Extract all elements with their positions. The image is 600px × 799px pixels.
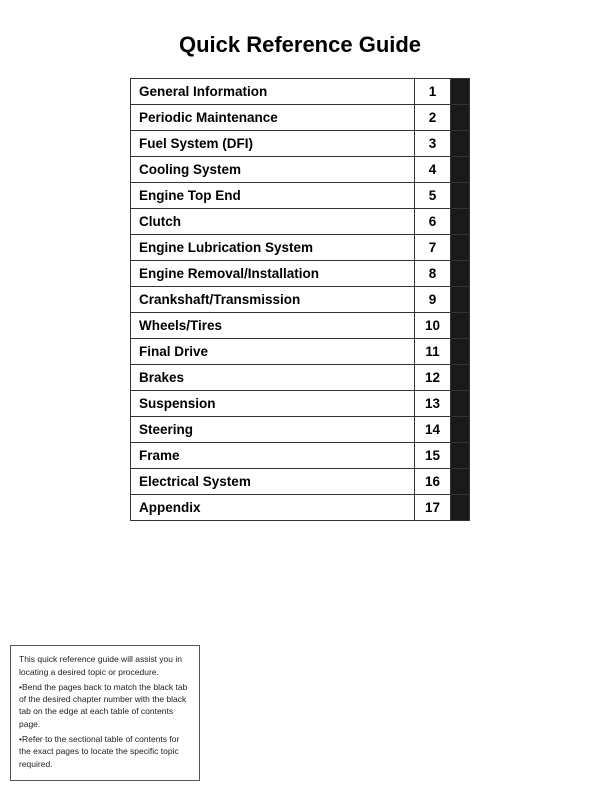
footer-line3: •Refer to the sectional table of content… — [19, 733, 191, 770]
toc-table: General Information1Periodic Maintenance… — [130, 78, 470, 521]
toc-tab — [451, 287, 469, 312]
toc-tab — [451, 495, 469, 520]
toc-tab — [451, 391, 469, 416]
toc-row: Engine Removal/Installation8 — [130, 260, 470, 286]
toc-label: Crankshaft/Transmission — [131, 287, 415, 312]
toc-label: Wheels/Tires — [131, 313, 415, 338]
toc-row: Engine Top End5 — [130, 182, 470, 208]
toc-row: Periodic Maintenance2 — [130, 104, 470, 130]
toc-tab — [451, 79, 469, 104]
toc-number: 14 — [415, 417, 451, 442]
toc-number: 3 — [415, 131, 451, 156]
toc-number: 4 — [415, 157, 451, 182]
toc-tab — [451, 131, 469, 156]
toc-row: General Information1 — [130, 78, 470, 104]
toc-row: Engine Lubrication System7 — [130, 234, 470, 260]
toc-number: 6 — [415, 209, 451, 234]
toc-row: Suspension13 — [130, 390, 470, 416]
footer-box: This quick reference guide will assist y… — [10, 645, 200, 781]
toc-number: 11 — [415, 339, 451, 364]
toc-label: Suspension — [131, 391, 415, 416]
toc-row: Frame15 — [130, 442, 470, 468]
toc-row: Steering14 — [130, 416, 470, 442]
toc-label: Engine Lubrication System — [131, 235, 415, 260]
toc-row: Wheels/Tires10 — [130, 312, 470, 338]
toc-number: 15 — [415, 443, 451, 468]
page-title: Quick Reference Guide — [0, 0, 600, 78]
toc-label: Fuel System (DFI) — [131, 131, 415, 156]
toc-tab — [451, 365, 469, 390]
toc-row: Fuel System (DFI)3 — [130, 130, 470, 156]
toc-row: Final Drive11 — [130, 338, 470, 364]
toc-tab — [451, 209, 469, 234]
toc-number: 13 — [415, 391, 451, 416]
toc-label: Brakes — [131, 365, 415, 390]
toc-number: 10 — [415, 313, 451, 338]
toc-tab — [451, 235, 469, 260]
toc-row: Clutch6 — [130, 208, 470, 234]
toc-tab — [451, 339, 469, 364]
toc-number: 7 — [415, 235, 451, 260]
toc-row: Cooling System4 — [130, 156, 470, 182]
toc-row: Brakes12 — [130, 364, 470, 390]
toc-row: Crankshaft/Transmission9 — [130, 286, 470, 312]
toc-tab — [451, 313, 469, 338]
toc-tab — [451, 105, 469, 130]
toc-number: 17 — [415, 495, 451, 520]
footer-line2: •Bend the pages back to match the black … — [19, 681, 191, 730]
toc-row: Appendix17 — [130, 494, 470, 521]
toc-label: Frame — [131, 443, 415, 468]
toc-label: Appendix — [131, 495, 415, 520]
toc-tab — [451, 261, 469, 286]
toc-label: Electrical System — [131, 469, 415, 494]
toc-label: Final Drive — [131, 339, 415, 364]
toc-tab — [451, 469, 469, 494]
toc-number: 2 — [415, 105, 451, 130]
toc-number: 12 — [415, 365, 451, 390]
toc-label: Engine Removal/Installation — [131, 261, 415, 286]
toc-label: Periodic Maintenance — [131, 105, 415, 130]
toc-label: Cooling System — [131, 157, 415, 182]
toc-tab — [451, 443, 469, 468]
toc-label: Clutch — [131, 209, 415, 234]
toc-label: Steering — [131, 417, 415, 442]
toc-row: Electrical System16 — [130, 468, 470, 494]
toc-label: Engine Top End — [131, 183, 415, 208]
toc-number: 5 — [415, 183, 451, 208]
toc-number: 16 — [415, 469, 451, 494]
footer-line1: This quick reference guide will assist y… — [19, 653, 191, 678]
toc-label: General Information — [131, 79, 415, 104]
toc-number: 9 — [415, 287, 451, 312]
toc-number: 8 — [415, 261, 451, 286]
toc-tab — [451, 417, 469, 442]
toc-tab — [451, 183, 469, 208]
toc-number: 1 — [415, 79, 451, 104]
toc-tab — [451, 157, 469, 182]
